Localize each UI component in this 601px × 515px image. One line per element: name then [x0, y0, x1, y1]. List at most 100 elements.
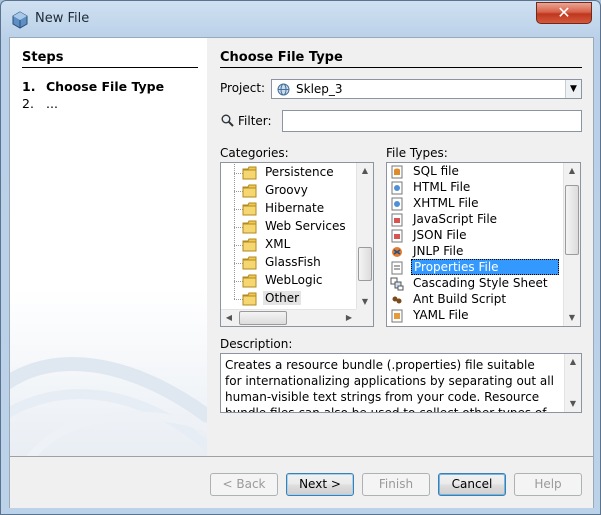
- file-types-list[interactable]: SQL file HTML File XHTML File JavaScript Fi…: [386, 162, 581, 327]
- file-type-item[interactable]: Cascading Style Sheet: [387, 276, 562, 292]
- file-type-item[interactable]: Ant Build Script: [387, 292, 562, 308]
- tree-guide-line: [234, 245, 235, 263]
- step-1: 1. Choose File Type: [22, 79, 164, 94]
- yaml-file-icon: [391, 309, 403, 323]
- db-file-icon: [391, 165, 403, 179]
- close-button[interactable]: ✕: [536, 2, 592, 24]
- section-title: Choose File Type: [220, 50, 343, 65]
- search-icon: [221, 114, 234, 127]
- tree-guide-line: [234, 173, 235, 191]
- file-type-label: HTML File: [413, 180, 471, 194]
- netbeans-cube-icon: [12, 11, 28, 29]
- description-vertical-scrollbar[interactable]: ▲ ▼: [564, 354, 581, 412]
- filter-label: Filter:: [238, 114, 272, 128]
- scroll-down-icon[interactable]: ▼: [564, 310, 580, 326]
- json-file-icon: [391, 229, 403, 243]
- project-combobox[interactable]: Sklep_3 ▼: [271, 79, 582, 99]
- section-divider: [220, 67, 582, 68]
- step-2: 2....: [22, 96, 58, 111]
- file-type-item[interactable]: XHTML File: [387, 196, 562, 212]
- categories-vertical-scrollbar[interactable]: ▲ ▼: [356, 163, 373, 310]
- category-label: Other: [263, 291, 302, 305]
- scroll-corner: [356, 309, 373, 326]
- category-label: Persistence: [265, 165, 334, 179]
- file-types-vertical-scrollbar[interactable]: ▲ ▼: [563, 163, 580, 326]
- decorative-swoosh: [10, 357, 207, 456]
- file-type-item[interactable]: JavaScript File: [387, 212, 562, 228]
- scroll-up-icon[interactable]: ▲: [565, 354, 581, 370]
- file-type-label: XHTML File: [413, 196, 479, 210]
- file-type-label: SQL file: [413, 164, 459, 178]
- file-type-item[interactable]: SQL file: [387, 164, 562, 180]
- choose-file-type-panel: Choose File Type Project: Sklep_3 ▼ Filt…: [220, 38, 590, 456]
- file-type-label: Properties File: [411, 259, 559, 275]
- help-button[interactable]: Help: [514, 473, 582, 496]
- file-type-item[interactable]: Properties File: [387, 259, 562, 276]
- properties-file-icon: [391, 261, 403, 275]
- jnlp-file-icon: [392, 247, 402, 257]
- scroll-up-icon[interactable]: ▲: [357, 163, 373, 179]
- folder-icon: [242, 238, 258, 255]
- scroll-thumb[interactable]: [239, 311, 287, 325]
- file-type-item[interactable]: HTML File: [387, 180, 562, 196]
- scroll-up-icon[interactable]: ▲: [564, 163, 580, 179]
- javascript-file-icon: [391, 213, 403, 227]
- categories-tree[interactable]: Persistence Groovy Hibernate Web Services XM…: [220, 162, 374, 327]
- project-label: Project:: [220, 81, 266, 95]
- file-type-item[interactable]: YAML File: [387, 308, 562, 324]
- folder-icon: [242, 274, 258, 291]
- project-globe-icon: [277, 83, 290, 96]
- file-type-label: JNLP File: [413, 244, 464, 258]
- category-label: Groovy: [265, 183, 308, 197]
- scroll-thumb[interactable]: [565, 185, 579, 255]
- file-type-label: Cascading Style Sheet: [413, 276, 548, 290]
- file-type-label: JSON File: [413, 228, 467, 242]
- scroll-right-icon[interactable]: ▶: [341, 310, 357, 326]
- cancel-button[interactable]: Cancel: [438, 473, 506, 496]
- description-area[interactable]: Creates a resource bundle (.properties) …: [220, 353, 582, 413]
- folder-icon: [242, 184, 258, 201]
- step-number: 2.: [22, 96, 34, 111]
- step-label: ...: [46, 96, 58, 111]
- finish-button[interactable]: Finish: [362, 473, 430, 496]
- tree-guide-line: [234, 191, 235, 209]
- scroll-down-icon[interactable]: ▼: [565, 396, 581, 412]
- scroll-left-icon[interactable]: ◀: [221, 310, 237, 326]
- back-button[interactable]: < Back: [210, 473, 278, 496]
- folder-icon: [242, 202, 258, 219]
- file-type-label: YAML File: [413, 308, 469, 322]
- title-bar[interactable]: New File ✕: [1, 1, 600, 37]
- new-file-dialog: New File ✕ Steps 1. Choose File Type 2...…: [0, 0, 601, 515]
- steps-heading: Steps: [22, 50, 64, 65]
- scroll-down-icon[interactable]: ▼: [357, 294, 373, 310]
- tree-guide-line: [234, 281, 235, 299]
- html-file-icon: [391, 181, 403, 195]
- tree-guide-line: [234, 227, 235, 245]
- folder-icon: [242, 256, 258, 273]
- folder-icon: [242, 220, 258, 237]
- xhtml-file-icon: [391, 197, 403, 211]
- file-type-item[interactable]: JSON File: [387, 228, 562, 244]
- category-label: Web Services: [265, 219, 346, 233]
- step-number: 1.: [22, 79, 36, 94]
- css-file-icon: [390, 277, 404, 291]
- description-text: Creates a resource bundle (.properties) …: [225, 358, 554, 413]
- file-types-label: File Types:: [386, 146, 448, 160]
- steps-panel: Steps 1. Choose File Type 2....: [10, 38, 207, 456]
- category-label: XML: [265, 237, 291, 251]
- chevron-down-icon[interactable]: ▼: [565, 80, 581, 98]
- tree-guide-line: [234, 209, 235, 227]
- tree-guide-line: [234, 163, 235, 173]
- categories-horizontal-scrollbar[interactable]: ◀ ▶: [221, 309, 357, 326]
- dialog-body: Steps 1. Choose File Type 2.... Choose Fi…: [9, 37, 594, 508]
- description-label: Description:: [220, 337, 293, 351]
- button-bar: < Back Next > Finish Cancel Help: [10, 456, 593, 508]
- ant-build-icon: [392, 296, 402, 304]
- scroll-thumb[interactable]: [358, 247, 372, 281]
- folder-icon: [242, 292, 258, 309]
- filter-input[interactable]: [282, 110, 582, 132]
- file-type-label: JavaScript File: [413, 212, 498, 226]
- file-type-item[interactable]: JNLP File: [387, 244, 562, 260]
- next-button[interactable]: Next >: [286, 473, 354, 496]
- step-label: Choose File Type: [46, 79, 165, 94]
